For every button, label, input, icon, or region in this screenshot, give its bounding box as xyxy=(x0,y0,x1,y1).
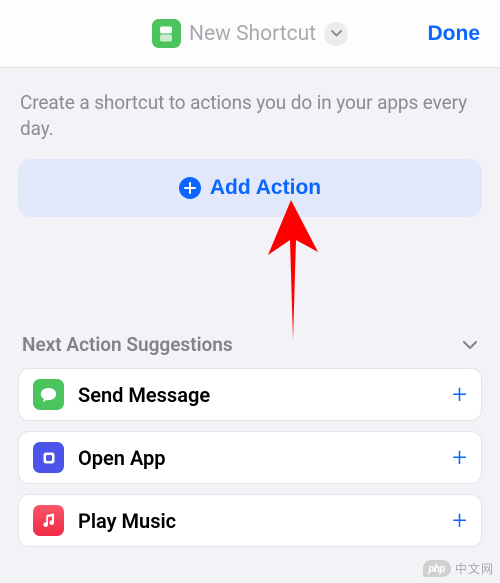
navbar: New Shortcut Done xyxy=(0,0,500,68)
watermark-badge: php xyxy=(423,560,451,577)
shortcuts-icon xyxy=(33,442,64,473)
plus-circle-icon xyxy=(179,177,201,199)
suggestions-section: Next Action Suggestions Send Message + O… xyxy=(0,327,500,547)
title-wrap[interactable]: New Shortcut xyxy=(152,19,348,48)
chevron-down-icon[interactable] xyxy=(324,22,348,46)
messages-icon xyxy=(33,379,64,410)
add-action-button[interactable]: Add Action xyxy=(18,159,482,217)
plus-icon: + xyxy=(452,382,467,408)
add-action-label: Add Action xyxy=(210,176,321,200)
plus-icon: + xyxy=(452,508,467,534)
suggestion-label: Send Message xyxy=(78,383,452,407)
annotation-arrow-icon xyxy=(258,200,328,340)
suggestion-label: Open App xyxy=(78,446,452,470)
intro-text: Create a shortcut to actions you do in y… xyxy=(0,68,500,159)
done-button[interactable]: Done xyxy=(428,22,481,46)
watermark: php 中文网 xyxy=(423,560,495,577)
watermark-text: 中文网 xyxy=(455,560,494,577)
suggestion-label: Play Music xyxy=(78,509,452,533)
suggestions-title: Next Action Suggestions xyxy=(22,333,233,356)
plus-icon: + xyxy=(452,445,467,471)
suggestion-play-music[interactable]: Play Music + xyxy=(18,494,482,547)
shortcuts-app-icon xyxy=(152,19,181,48)
suggestion-send-message[interactable]: Send Message + xyxy=(18,368,482,421)
chevron-down-icon xyxy=(462,335,478,354)
music-icon xyxy=(33,505,64,536)
page-title: New Shortcut xyxy=(189,22,316,46)
suggestion-open-app[interactable]: Open App + xyxy=(18,431,482,484)
suggestions-header[interactable]: Next Action Suggestions xyxy=(18,327,482,368)
